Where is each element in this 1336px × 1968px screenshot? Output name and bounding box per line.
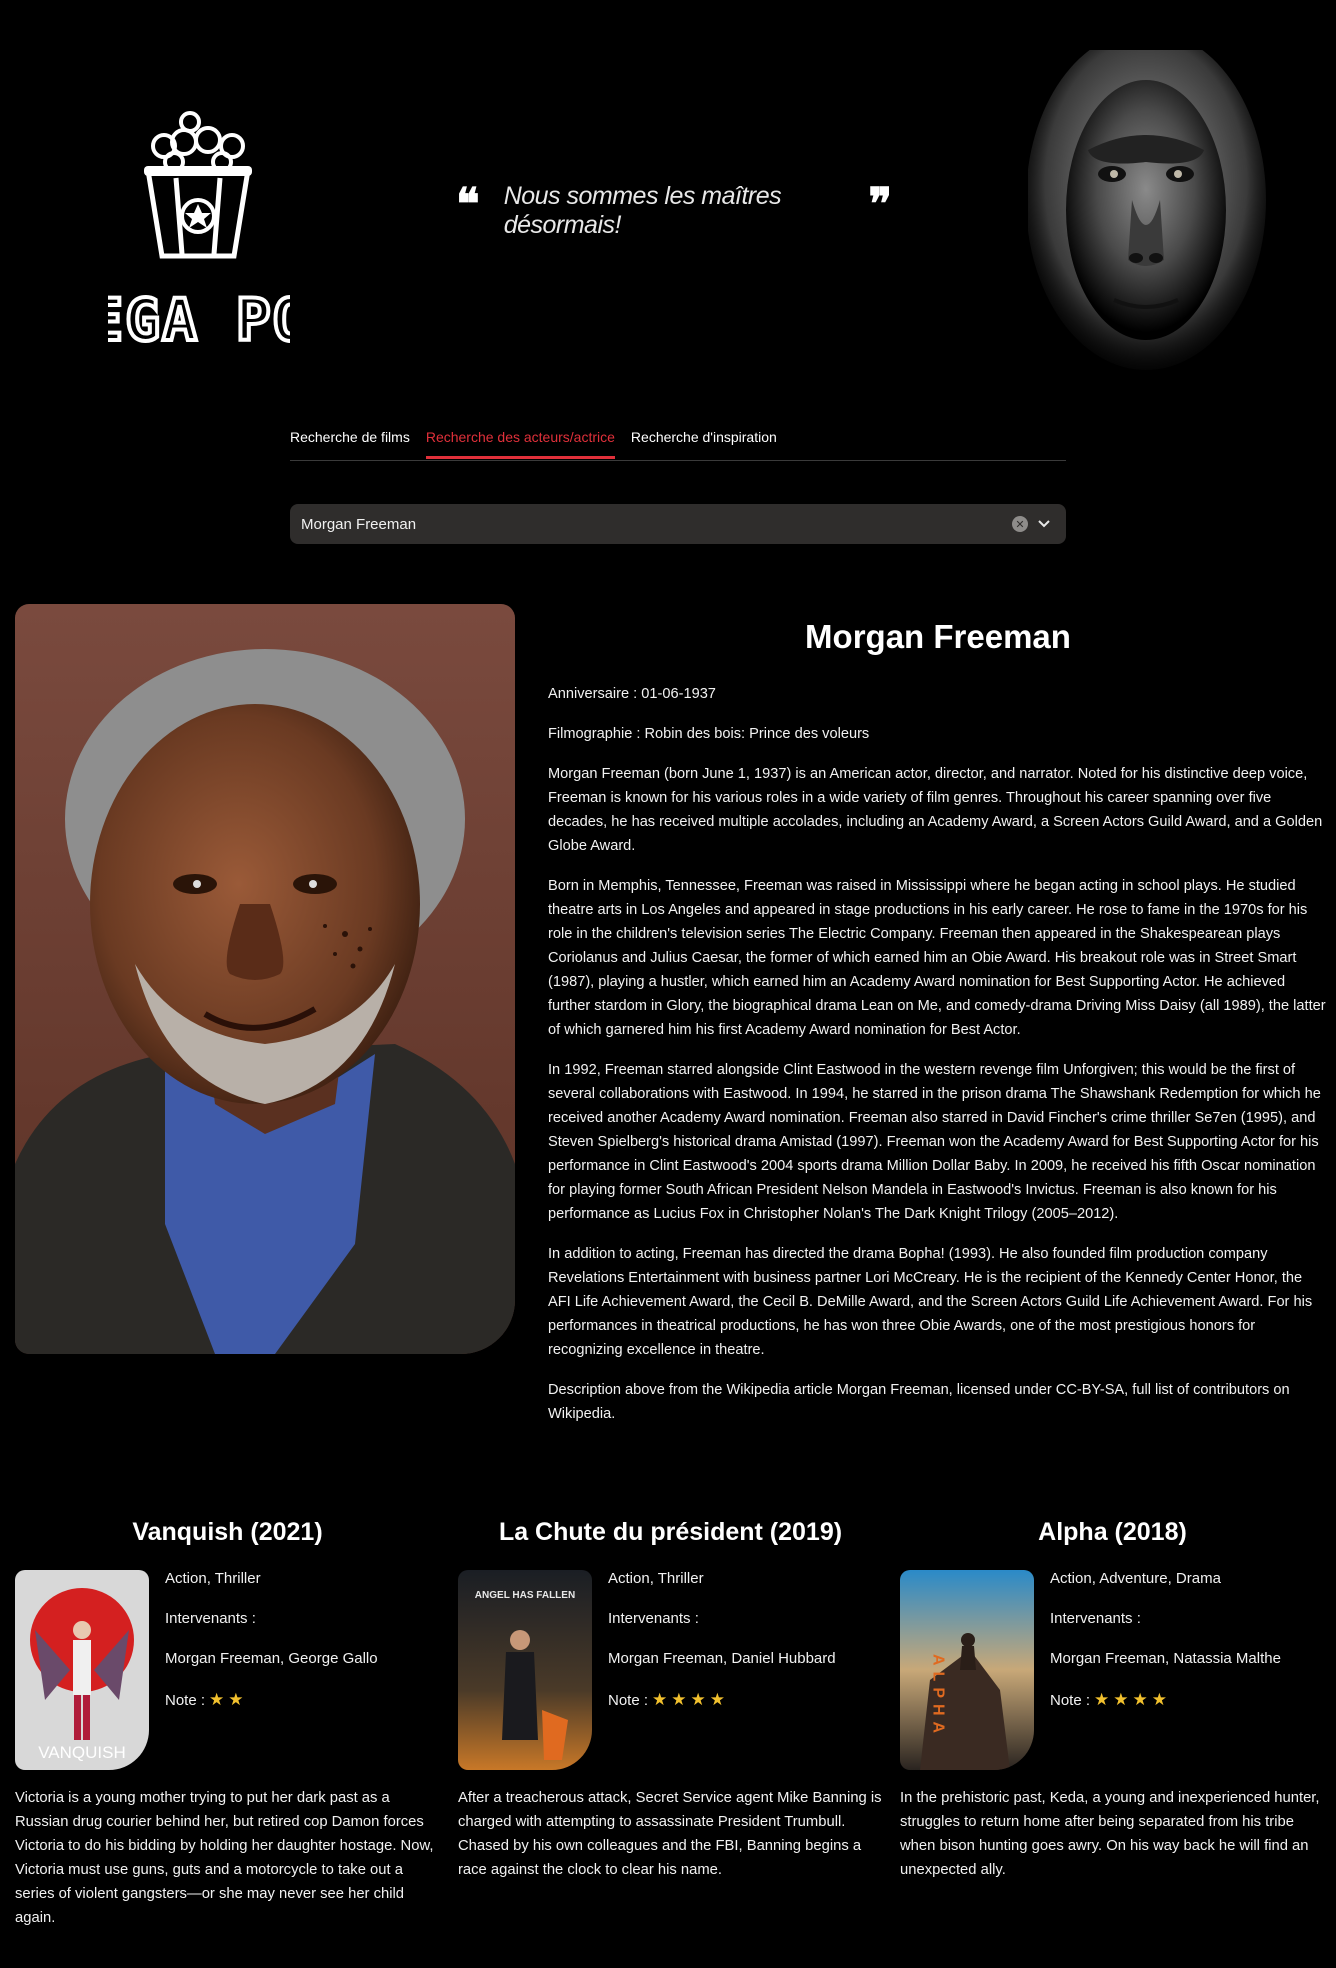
actor-bio-paragraph: In 1992, Freeman starred alongside Clint… (548, 1062, 1321, 1222)
ape-header-image (1026, 30, 1268, 384)
movie-rating: Note : ★ ★ ★ ★ (1050, 1690, 1330, 1730)
star-icon: ★ (228, 1690, 244, 1709)
movie-meta: Action, Thriller Intervenants : Morgan F… (608, 1570, 878, 1730)
movie-title: La Chute du président (2019) (498, 1518, 843, 1546)
movie-poster[interactable]: ALPHA (900, 1570, 1034, 1770)
star-icon: ★ (1094, 1690, 1110, 1709)
clear-icon[interactable]: ✕ (1012, 516, 1028, 532)
movie-synopsis: After a treacherous attack, Secret Servi… (458, 1790, 882, 1878)
tab-movie-search[interactable]: Recherche de films (290, 424, 410, 459)
rating-label: Note : (165, 1692, 206, 1709)
movie-cast-label: Intervenants : (608, 1610, 699, 1627)
movie-rating: Note : ★ ★ ★ ★ (608, 1690, 878, 1730)
movie-genres: Action, Thriller (608, 1570, 704, 1587)
open-quote-icon: ❝ (456, 179, 480, 230)
movie-rating: Note : ★ ★ (165, 1690, 435, 1730)
star-icon: ★ (1113, 1690, 1129, 1709)
actor-birthday: Anniversaire : 01-06-1937 (548, 686, 716, 702)
poster-title-text: ANGEL HAS FALLEN (475, 1590, 575, 1601)
movie-title: Alpha (2018) (1038, 1518, 1187, 1546)
poster-title-text: VANQUISH (38, 1743, 126, 1762)
star-icon: ★ (652, 1690, 668, 1709)
rating-label: Note : (608, 1692, 649, 1709)
actor-bio-paragraph: In addition to acting, Freeman has direc… (548, 1246, 1313, 1358)
search-tabs: Recherche de films Recherche des acteurs… (290, 424, 1066, 461)
movie-meta: Action, Thriller Intervenants : Morgan F… (165, 1570, 435, 1730)
star-icon: ★ (209, 1690, 225, 1709)
movie-cast-label: Intervenants : (165, 1610, 256, 1627)
actor-select-value[interactable]: Morgan Freeman (290, 516, 1012, 533)
movie-cast: Morgan Freeman, Natassia Malthe (1050, 1650, 1281, 1667)
actor-bio-paragraph: Morgan Freeman (born June 1, 1937) is an… (548, 766, 1323, 854)
tagline-text: Nous sommes les maîtres désormais! (503, 182, 782, 239)
actor-details: Anniversaire : 01-06-1937 Filmographie :… (548, 682, 1328, 1442)
tab-actor-search[interactable]: Recherche des acteurs/actrice (425, 424, 615, 459)
logo-text: MEGA POP (108, 286, 290, 354)
movie-genres: Action, Thriller (165, 1570, 261, 1587)
movie-synopsis: Victoria is a young mother trying to put… (15, 1790, 434, 1926)
movie-meta: Action, Adventure, Drama Intervenants : … (1050, 1570, 1330, 1730)
megapop-logo: MEGA POP (49, 104, 347, 360)
tagline-quote: ❝ Nous sommes les maîtres désormais! ❞ (456, 182, 892, 239)
actor-bio-paragraph: Born in Memphis, Tennessee, Freeman was … (548, 878, 1326, 1038)
rating-label: Note : (1050, 1692, 1091, 1709)
movie-cast-label: Intervenants : (1050, 1610, 1141, 1627)
movie-cast: Morgan Freeman, George Gallo (165, 1650, 378, 1667)
actor-filmography: Filmographie : Robin des bois: Prince de… (548, 726, 870, 742)
movie-poster[interactable]: VANQUISH (15, 1570, 149, 1770)
close-quote-icon: ❞ (868, 179, 892, 230)
star-icon: ★ (690, 1690, 706, 1709)
movie-synopsis: In the prehistoric past, Keda, a young a… (900, 1790, 1320, 1878)
movie-genres: Action, Adventure, Drama (1050, 1570, 1221, 1587)
movie-poster[interactable]: ANGEL HAS FALLEN (458, 1570, 592, 1770)
actor-portrait (15, 604, 515, 1354)
movie-cast: Morgan Freeman, Daniel Hubbard (608, 1650, 836, 1667)
actor-bio-source: Description above from the Wikipedia art… (548, 1382, 1290, 1422)
star-icon: ★ (709, 1690, 726, 1709)
actor-select[interactable]: Morgan Freeman ✕ (290, 504, 1066, 544)
tab-inspiration-search[interactable]: Recherche d'inspiration (631, 424, 777, 459)
movie-title: Vanquish (2021) (132, 1518, 323, 1546)
star-icon: ★ (671, 1690, 687, 1709)
star-icon: ★ (1151, 1690, 1168, 1709)
poster-title-text: ALPHA (930, 1654, 947, 1739)
chevron-down-icon[interactable] (1036, 516, 1052, 532)
actor-name: Morgan Freeman (805, 618, 1071, 655)
star-icon: ★ (1132, 1690, 1148, 1709)
